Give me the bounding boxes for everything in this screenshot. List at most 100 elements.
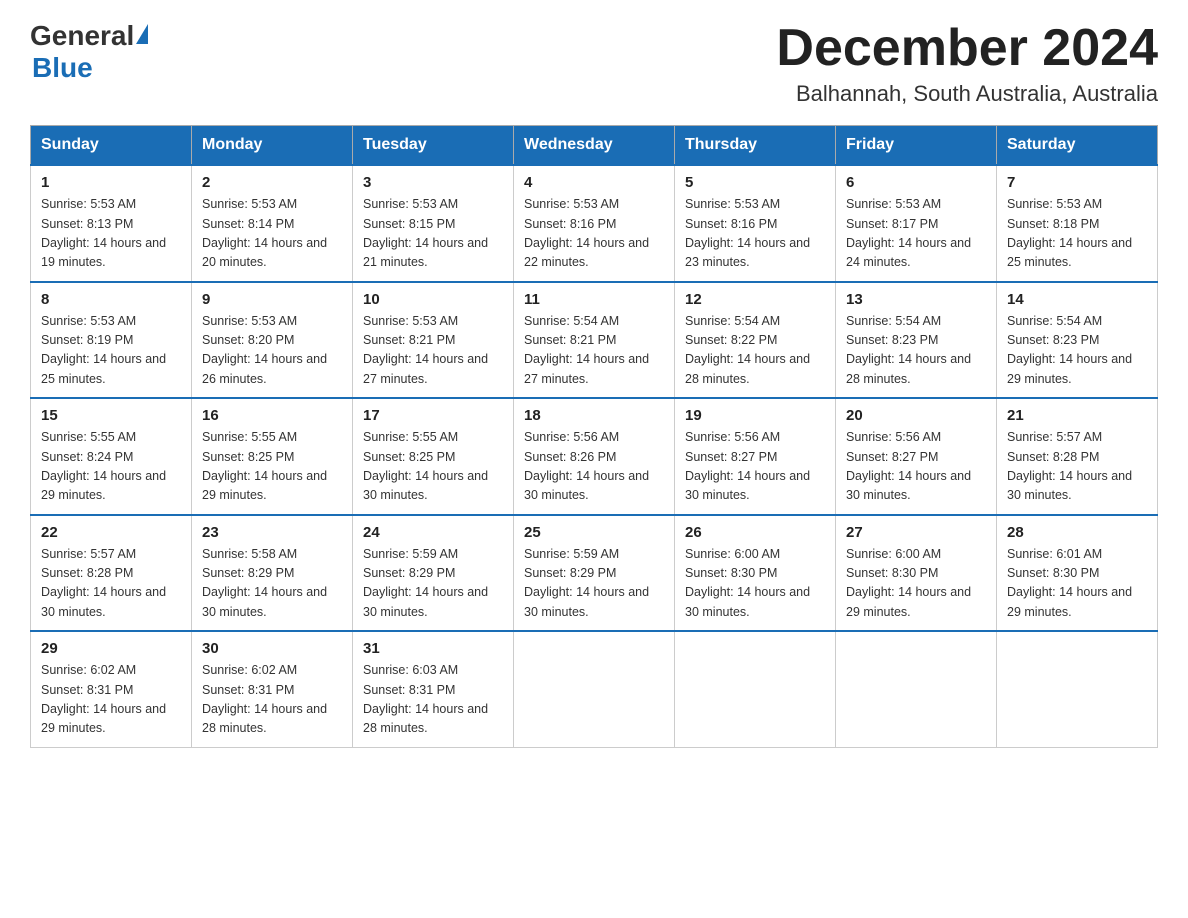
day-number: 20 — [846, 407, 986, 424]
day-info: Sunrise: 5:56 AMSunset: 8:27 PMDaylight:… — [846, 428, 986, 506]
calendar-week-row: 15 Sunrise: 5:55 AMSunset: 8:24 PMDayligh… — [31, 398, 1158, 515]
day-info: Sunrise: 5:53 AMSunset: 8:16 PMDaylight:… — [685, 195, 825, 273]
logo: General Blue — [30, 20, 148, 84]
calendar-cell: 12 Sunrise: 5:54 AMSunset: 8:22 PMDayligh… — [675, 282, 836, 399]
calendar-cell — [675, 631, 836, 747]
day-number: 23 — [202, 524, 342, 541]
calendar-cell: 30Sunrise: 6:02 AMSunset: 8:31 PMDayligh… — [192, 631, 353, 747]
calendar-week-row: 8 Sunrise: 5:53 AMSunset: 8:19 PMDaylight… — [31, 282, 1158, 399]
day-info: Sunrise: 6:01 AMSunset: 8:30 PMDaylight:… — [1007, 545, 1147, 623]
day-info: Sunrise: 5:53 AMSunset: 8:20 PMDaylight:… — [202, 312, 342, 390]
day-number: 31 — [363, 640, 503, 657]
calendar-week-row: 1 Sunrise: 5:53 AMSunset: 8:13 PMDaylight… — [31, 165, 1158, 282]
day-number: 22 — [41, 524, 181, 541]
title-block: December 2024 Balhannah, South Australia… — [776, 20, 1158, 107]
calendar-cell: 29Sunrise: 6:02 AMSunset: 8:31 PMDayligh… — [31, 631, 192, 747]
day-number: 18 — [524, 407, 664, 424]
day-info: Sunrise: 5:54 AMSunset: 8:21 PMDaylight:… — [524, 312, 664, 390]
calendar-cell: 1 Sunrise: 5:53 AMSunset: 8:13 PMDaylight… — [31, 165, 192, 282]
day-info: Sunrise: 5:59 AMSunset: 8:29 PMDaylight:… — [363, 545, 503, 623]
day-number: 11 — [524, 291, 664, 308]
day-info: Sunrise: 5:54 AMSunset: 8:23 PMDaylight:… — [1007, 312, 1147, 390]
calendar-cell: 7 Sunrise: 5:53 AMSunset: 8:18 PMDaylight… — [997, 165, 1158, 282]
logo-general-text: General — [30, 20, 134, 52]
calendar-cell — [997, 631, 1158, 747]
logo-blue-text: Blue — [32, 52, 148, 84]
calendar-cell: 11 Sunrise: 5:54 AMSunset: 8:21 PMDayligh… — [514, 282, 675, 399]
day-info: Sunrise: 5:57 AMSunset: 8:28 PMDaylight:… — [1007, 428, 1147, 506]
day-number: 15 — [41, 407, 181, 424]
day-info: Sunrise: 5:55 AMSunset: 8:24 PMDaylight:… — [41, 428, 181, 506]
calendar-cell: 4 Sunrise: 5:53 AMSunset: 8:16 PMDaylight… — [514, 165, 675, 282]
day-info: Sunrise: 5:53 AMSunset: 8:17 PMDaylight:… — [846, 195, 986, 273]
day-number: 5 — [685, 174, 825, 191]
column-header-monday: Monday — [192, 126, 353, 166]
day-number: 13 — [846, 291, 986, 308]
day-info: Sunrise: 5:59 AMSunset: 8:29 PMDaylight:… — [524, 545, 664, 623]
calendar-cell: 18 Sunrise: 5:56 AMSunset: 8:26 PMDayligh… — [514, 398, 675, 515]
calendar-cell: 10Sunrise: 5:53 AMSunset: 8:21 PMDayligh… — [353, 282, 514, 399]
day-number: 19 — [685, 407, 825, 424]
column-header-friday: Friday — [836, 126, 997, 166]
calendar-cell: 26 Sunrise: 6:00 AMSunset: 8:30 PMDayligh… — [675, 515, 836, 632]
day-number: 26 — [685, 524, 825, 541]
column-header-sunday: Sunday — [31, 126, 192, 166]
calendar-cell: 23 Sunrise: 5:58 AMSunset: 8:29 PMDayligh… — [192, 515, 353, 632]
day-info: Sunrise: 6:03 AMSunset: 8:31 PMDaylight:… — [363, 661, 503, 739]
day-info: Sunrise: 6:00 AMSunset: 8:30 PMDaylight:… — [685, 545, 825, 623]
calendar-cell: 31 Sunrise: 6:03 AMSunset: 8:31 PMDayligh… — [353, 631, 514, 747]
calendar-cell: 15 Sunrise: 5:55 AMSunset: 8:24 PMDayligh… — [31, 398, 192, 515]
calendar-week-row: 22 Sunrise: 5:57 AMSunset: 8:28 PMDayligh… — [31, 515, 1158, 632]
calendar-cell: 24 Sunrise: 5:59 AMSunset: 8:29 PMDayligh… — [353, 515, 514, 632]
day-info: Sunrise: 5:56 AMSunset: 8:27 PMDaylight:… — [685, 428, 825, 506]
day-number: 28 — [1007, 524, 1147, 541]
day-info: Sunrise: 5:53 AMSunset: 8:19 PMDaylight:… — [41, 312, 181, 390]
day-number: 2 — [202, 174, 342, 191]
day-info: Sunrise: 5:55 AMSunset: 8:25 PMDaylight:… — [363, 428, 503, 506]
day-number: 17 — [363, 407, 503, 424]
day-number: 6 — [846, 174, 986, 191]
calendar-cell: 19 Sunrise: 5:56 AMSunset: 8:27 PMDayligh… — [675, 398, 836, 515]
day-number: 27 — [846, 524, 986, 541]
column-header-saturday: Saturday — [997, 126, 1158, 166]
location-subtitle: Balhannah, South Australia, Australia — [776, 81, 1158, 107]
calendar-cell: 6 Sunrise: 5:53 AMSunset: 8:17 PMDaylight… — [836, 165, 997, 282]
day-info: Sunrise: 6:02 AMSunset: 8:31 PMDaylight:… — [41, 661, 181, 739]
calendar-cell: 25Sunrise: 5:59 AMSunset: 8:29 PMDayligh… — [514, 515, 675, 632]
page-header: General Blue December 2024 Balhannah, So… — [30, 20, 1158, 107]
day-info: Sunrise: 5:53 AMSunset: 8:18 PMDaylight:… — [1007, 195, 1147, 273]
calendar-cell: 13 Sunrise: 5:54 AMSunset: 8:23 PMDayligh… — [836, 282, 997, 399]
day-number: 4 — [524, 174, 664, 191]
day-info: Sunrise: 5:58 AMSunset: 8:29 PMDaylight:… — [202, 545, 342, 623]
column-header-thursday: Thursday — [675, 126, 836, 166]
day-info: Sunrise: 5:57 AMSunset: 8:28 PMDaylight:… — [41, 545, 181, 623]
day-number: 10 — [363, 291, 503, 308]
column-header-tuesday: Tuesday — [353, 126, 514, 166]
day-info: Sunrise: 5:53 AMSunset: 8:14 PMDaylight:… — [202, 195, 342, 273]
month-title: December 2024 — [776, 20, 1158, 77]
day-number: 8 — [41, 291, 181, 308]
calendar-cell: 2 Sunrise: 5:53 AMSunset: 8:14 PMDaylight… — [192, 165, 353, 282]
day-info: Sunrise: 5:53 AMSunset: 8:15 PMDaylight:… — [363, 195, 503, 273]
day-number: 9 — [202, 291, 342, 308]
day-info: Sunrise: 5:56 AMSunset: 8:26 PMDaylight:… — [524, 428, 664, 506]
day-number: 21 — [1007, 407, 1147, 424]
calendar-cell: 21 Sunrise: 5:57 AMSunset: 8:28 PMDayligh… — [997, 398, 1158, 515]
day-number: 24 — [363, 524, 503, 541]
day-info: Sunrise: 5:53 AMSunset: 8:16 PMDaylight:… — [524, 195, 664, 273]
logo-triangle-icon — [136, 24, 148, 44]
calendar-cell — [836, 631, 997, 747]
day-info: Sunrise: 5:54 AMSunset: 8:22 PMDaylight:… — [685, 312, 825, 390]
day-info: Sunrise: 5:53 AMSunset: 8:13 PMDaylight:… — [41, 195, 181, 273]
calendar-week-row: 29Sunrise: 6:02 AMSunset: 8:31 PMDayligh… — [31, 631, 1158, 747]
day-number: 12 — [685, 291, 825, 308]
day-info: Sunrise: 5:54 AMSunset: 8:23 PMDaylight:… — [846, 312, 986, 390]
day-number: 3 — [363, 174, 503, 191]
day-number: 7 — [1007, 174, 1147, 191]
day-info: Sunrise: 6:02 AMSunset: 8:31 PMDaylight:… — [202, 661, 342, 739]
day-number: 14 — [1007, 291, 1147, 308]
calendar-cell: 14 Sunrise: 5:54 AMSunset: 8:23 PMDayligh… — [997, 282, 1158, 399]
calendar-cell: 9 Sunrise: 5:53 AMSunset: 8:20 PMDaylight… — [192, 282, 353, 399]
day-number: 16 — [202, 407, 342, 424]
day-number: 1 — [41, 174, 181, 191]
